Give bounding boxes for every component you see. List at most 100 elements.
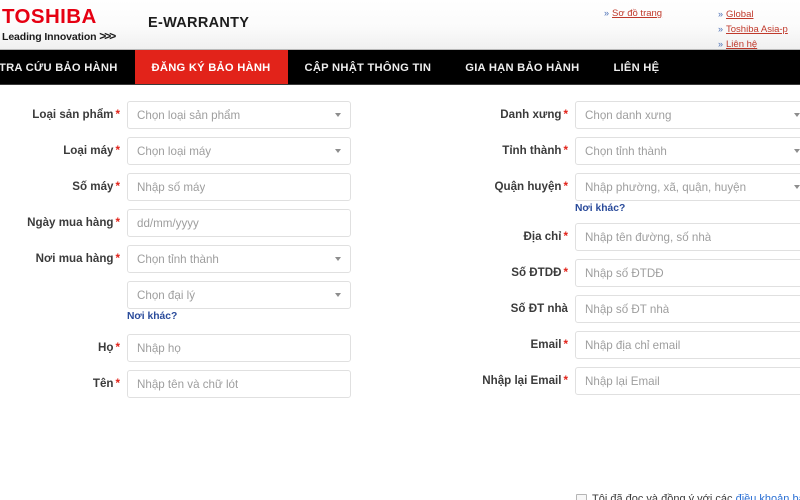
input-email-placeholder: Nhập địa chỉ email [585,338,681,352]
select-quan-huyen-placeholder: Nhập phường, xã, quận, huyện [585,180,747,194]
input-email[interactable]: Nhập địa chỉ email [575,331,800,359]
input-ho-placeholder: Nhập họ [137,341,181,355]
field-row-so-dt-nha: Số ĐT nhà Nhập số ĐT nhà [452,295,800,323]
label-danh-xung: Danh xưng * [500,108,568,121]
nav-item-tra-cuu-bao-hanh[interactable]: TRA CỨU BẢO HÀNH [0,50,135,84]
field-row-tinh-thanh: Tỉnh thành * Chọn tỉnh thành [452,137,800,165]
required-marker: * [563,108,568,121]
arrow-right-icon: » [604,8,610,18]
label-so-dtdd: Số ĐTDĐ * [511,266,568,279]
select-noi-mua-hang-placeholder: Chọn tỉnh thành [137,252,219,266]
top-link-global[interactable]: Global [726,8,753,22]
logo-tagline: Leading Innovation >>> [2,29,122,44]
chevron-down-icon [335,257,341,261]
nav-items: TRA CỨU BẢO HÀNH ĐĂNG KÝ BẢO HÀNH CẬP NH… [0,50,677,84]
field-row-ngay-mua-hang: Ngày mua hàng * dd/mm/yyyy [0,209,351,237]
label-nhap-lai-email: Nhập lại Email * [482,374,568,387]
logo-wordmark: TOSHIBA [2,5,97,28]
terms-text-static: Tôi đã đọc và đồng ý với các [592,493,736,500]
required-marker: * [115,144,120,157]
arrow-right-icon: » [718,24,724,34]
arrow-right-icon: » [718,39,724,49]
top-link-row: » Global [718,7,788,22]
label-loai-san-pham: Loại sản phẩm * [32,108,120,121]
required-marker: * [563,266,568,279]
input-so-dtdd-placeholder: Nhập số ĐTDĐ [585,266,664,280]
app-title: E-WARRANTY [148,15,250,31]
chevron-down-icon [335,149,341,153]
top-links-left: » Sơ đồ trang [604,8,662,19]
field-row-loai-may: Loại máy * Chọn loại máy [0,137,351,165]
select-loai-san-pham[interactable]: Chọn loại sản phẩm [127,101,351,129]
terms-checkbox[interactable] [576,494,587,500]
field-row-email: Email * Nhập địa chỉ email [452,331,800,359]
required-marker: * [115,341,120,354]
select-tinh-thanh[interactable]: Chọn tỉnh thành [575,137,800,165]
site-header: TOSHIBA Leading Innovation >>> E-WARRANT… [0,0,800,50]
input-ngay-mua-hang[interactable]: dd/mm/yyyy [127,209,351,237]
required-marker: * [563,144,568,157]
field-row-noi-mua-hang: Nơi mua hàng * Chọn tỉnh thành [0,245,351,273]
top-link-toshiba-asia-pacific[interactable]: Toshiba Asia-p [726,23,788,37]
select-loai-san-pham-placeholder: Chọn loại sản phẩm [137,108,241,122]
required-marker: * [115,180,120,193]
field-row-nhap-lai-email: Nhập lại Email * Nhập lại Email [452,367,800,395]
input-nhap-lai-email-placeholder: Nhập lại Email [585,374,660,388]
label-loai-may: Loại máy * [63,144,120,157]
required-marker: * [563,374,568,387]
input-so-dt-nha[interactable]: Nhập số ĐT nhà [575,295,800,323]
required-marker: * [563,180,568,193]
top-link-row: » Toshiba Asia-p [718,22,788,37]
required-marker: * [115,252,120,265]
input-dia-chi-placeholder: Nhập tên đường, số nhà [585,230,712,244]
input-ten[interactable]: Nhập tên và chữ lót [127,370,351,398]
nav-item-dang-ky-bao-hanh[interactable]: ĐĂNG KÝ BẢO HÀNH [134,50,288,84]
label-ho: Họ * [98,341,120,354]
link-noi-khac-left[interactable]: Nơi khác? [127,311,177,322]
input-ten-placeholder: Nhập tên và chữ lót [137,377,239,391]
required-marker: * [563,230,568,243]
select-noi-mua-hang-tinh-thanh[interactable]: Chọn tỉnh thành [127,245,351,273]
label-tinh-thanh: Tỉnh thành * [502,144,568,157]
field-row-danh-xung: Danh xưng * Chọn danh xưng [452,101,800,129]
toshiba-logo[interactable]: TOSHIBA Leading Innovation >>> [2,6,122,43]
input-ho[interactable]: Nhập họ [127,334,351,362]
select-loai-may[interactable]: Chọn loại máy [127,137,351,165]
select-danh-xung[interactable]: Chọn danh xưng [575,101,800,129]
input-ngay-mua-hang-placeholder: dd/mm/yyyy [137,216,199,230]
label-noi-mua-hang: Nơi mua hàng * [35,252,120,265]
field-row-dia-chi: Địa chỉ * Nhập tên đường, số nhà [452,223,800,251]
field-row-so-dtdd: Số ĐTDĐ * Nhập số ĐTDĐ [452,259,800,287]
top-links-right: » Global » Toshiba Asia-p » Liên hệ [718,7,788,52]
chevron-down-icon [794,185,800,189]
chevron-down-icon [335,293,341,297]
logo-tagline-text: Leading Innovation [2,30,97,43]
input-so-dtdd[interactable]: Nhập số ĐTDĐ [575,259,800,287]
chevron-down-icon [794,149,800,153]
label-so-may: Số máy * [72,180,120,193]
input-nhap-lai-email[interactable]: Nhập lại Email [575,367,800,395]
required-marker: * [115,216,120,229]
field-row-so-may: Số máy * Nhập số máy [0,173,351,201]
field-row-ho: Họ * Nhập họ [0,334,351,362]
label-so-dt-nha: Số ĐT nhà [510,302,568,315]
main-navigation: TRA CỨU BẢO HÀNH ĐĂNG KÝ BẢO HÀNH CẬP NH… [0,50,800,85]
terms-link[interactable]: điều khoản bả [736,493,800,500]
select-dai-ly-placeholder: Chọn đại lý [137,288,196,302]
nav-item-lien-he[interactable]: LIÊN HỆ [596,50,677,84]
registration-form: Loại sản phẩm * Chọn loại sản phẩm Loại m… [0,85,800,500]
field-row-loai-san-pham: Loại sản phẩm * Chọn loại sản phẩm [0,101,351,129]
input-dia-chi[interactable]: Nhập tên đường, số nhà [575,223,800,251]
field-row-dai-ly: Chọn đại lý [0,281,351,309]
top-link-sitemap[interactable]: Sơ đồ trang [612,8,662,19]
select-dai-ly[interactable]: Chọn đại lý [127,281,351,309]
chevron-down-icon [335,113,341,117]
required-marker: * [115,108,120,121]
label-ten: Tên * [92,377,120,390]
select-quan-huyen[interactable]: Nhập phường, xã, quận, huyện [575,173,800,201]
nav-item-gia-han-bao-hanh[interactable]: GIA HẠN BẢO HÀNH [448,50,597,84]
link-noi-khac-right[interactable]: Nơi khác? [575,203,625,214]
input-so-may[interactable]: Nhập số máy [127,173,351,201]
label-dia-chi: Địa chỉ * [523,230,568,243]
nav-item-cap-nhat-thong-tin[interactable]: CẬP NHẬT THÔNG TIN [287,50,449,84]
